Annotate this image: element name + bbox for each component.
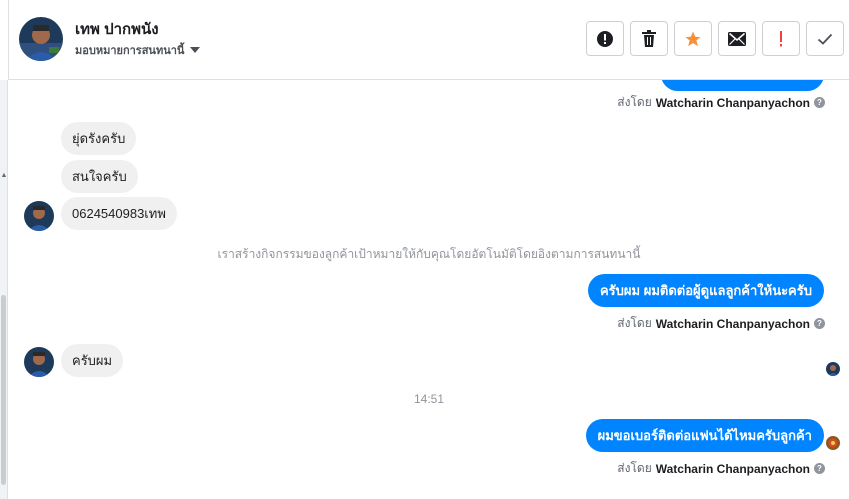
star-icon xyxy=(685,31,701,46)
trash-icon xyxy=(642,30,656,47)
sender-name[interactable]: Watcharin Chanpanyachon xyxy=(656,96,810,110)
sent-by-prefix: ส่งโดย xyxy=(617,461,652,475)
outgoing-message-bubble[interactable]: ครับผม ผมติดต่อผู้ดูแลลูกค้าให้นะครับ xyxy=(587,274,824,307)
report-spam-button[interactable] xyxy=(586,21,624,56)
mark-done-button[interactable] xyxy=(806,21,844,56)
delete-button[interactable] xyxy=(630,21,668,56)
assign-conversation-dropdown[interactable]: มอบหมายการสนทนานี้ xyxy=(75,41,201,59)
sent-by-line: ส่งโดย Watcharin Chanpanyachon ? xyxy=(617,93,825,112)
question-icon[interactable]: ? xyxy=(814,97,825,108)
alert-circle-icon xyxy=(597,30,613,47)
left-scrollbar[interactable]: ▲ xyxy=(0,80,8,499)
sent-by-prefix: ส่งโดย xyxy=(617,95,652,109)
sender-avatar[interactable] xyxy=(24,201,54,231)
seen-receipt-avatar xyxy=(826,362,840,376)
system-activity-note: เราสร้างกิจกรรมของลูกค้าเป้าหมายให้กับคุ… xyxy=(217,247,641,261)
sent-by-prefix: ส่งโดย xyxy=(617,316,652,330)
incoming-message-bubble[interactable]: สนใจครับ xyxy=(61,160,138,193)
sent-by-line: ส่งโดย Watcharin Chanpanyachon ? xyxy=(617,314,825,333)
seen-receipt-avatar xyxy=(826,436,840,450)
sent-by-line: ส่งโดย Watcharin Chanpanyachon ? xyxy=(617,459,825,478)
incoming-message-bubble[interactable]: 0624540983เทพ xyxy=(61,197,177,230)
message-thread[interactable]: ส่งโดย Watcharin Chanpanyachon ? ยุ่ดรัง… xyxy=(9,80,849,499)
sender-name[interactable]: Watcharin Chanpanyachon xyxy=(656,317,810,331)
scroll-up-arrow-icon[interactable]: ▲ xyxy=(0,172,8,179)
messenger-inbox-panel: ▲ เทพ ปากพนัง มอบหมายการสนทนานี้ ส่งโดย … xyxy=(0,0,849,499)
contact-avatar[interactable] xyxy=(19,17,63,61)
time-divider: 14:51 xyxy=(413,392,445,406)
assign-label: มอบหมายการสนทนานี้ xyxy=(75,45,185,57)
star-button[interactable] xyxy=(674,21,712,56)
mark-unread-button[interactable] xyxy=(718,21,756,56)
incoming-message-bubble[interactable]: ยุ่ดรังครับ xyxy=(61,122,137,155)
sender-name[interactable]: Watcharin Chanpanyachon xyxy=(656,462,810,476)
sender-avatar[interactable] xyxy=(24,347,54,377)
incoming-message-bubble[interactable]: ครับผม xyxy=(61,344,124,377)
caret-down-icon xyxy=(190,47,201,53)
question-icon[interactable]: ? xyxy=(814,463,825,474)
flag-follow-up-button[interactable] xyxy=(762,21,800,56)
envelope-icon xyxy=(728,31,746,46)
outgoing-message-bubble[interactable] xyxy=(661,80,824,91)
conversation-header: เทพ ปากพนัง มอบหมายการสนทนานี้ xyxy=(9,0,849,80)
header-actions xyxy=(586,21,844,56)
checkmark-icon xyxy=(817,33,833,45)
question-icon[interactable]: ? xyxy=(814,318,825,329)
contact-name: เทพ ปากพนัง xyxy=(75,21,159,38)
scrollbar-thumb[interactable] xyxy=(1,295,6,485)
exclamation-icon xyxy=(780,30,782,46)
outgoing-message-bubble[interactable]: ผมขอเบอร์ติดต่อแฟนได้ไหมครับลูกค้า xyxy=(585,419,824,452)
